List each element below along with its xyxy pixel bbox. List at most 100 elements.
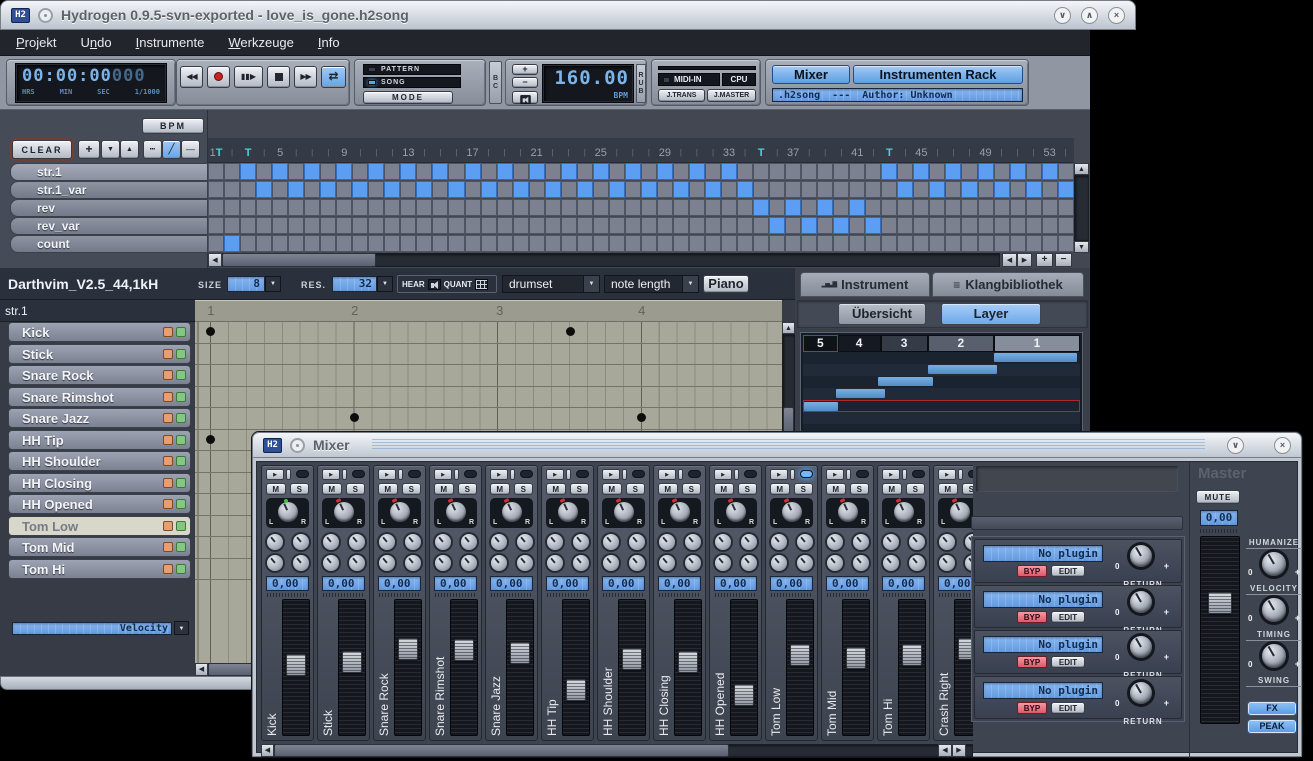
song-cell[interactable] <box>240 181 256 198</box>
channel-pan-knob[interactable]: LR <box>770 498 813 528</box>
ruler-cell-43[interactable]: T <box>881 144 897 162</box>
song-cell[interactable] <box>1042 181 1058 198</box>
song-cell[interactable] <box>978 199 994 216</box>
channel-play-button[interactable]: ▶ <box>938 469 956 480</box>
ruler-cell-4[interactable]: | <box>256 144 272 162</box>
channel-select-led[interactable] <box>744 470 757 478</box>
song-cell[interactable] <box>208 217 224 234</box>
channel-fader-knob[interactable] <box>286 654 306 676</box>
song-cell[interactable] <box>865 181 881 198</box>
channel-fx-send-knob[interactable] <box>547 534 563 550</box>
song-cell[interactable] <box>368 217 384 234</box>
channel-fx-send-knob[interactable] <box>461 534 477 550</box>
song-cell[interactable] <box>1042 163 1058 180</box>
channel-mute-button[interactable]: M <box>714 483 734 495</box>
song-cell[interactable] <box>577 163 593 180</box>
channel-fx-send-knob[interactable] <box>827 534 843 550</box>
ruler-cell-32[interactable]: | <box>705 144 721 162</box>
instrument-row-hh-shoulder[interactable]: HH Shoulder <box>0 451 195 473</box>
channel-play-button[interactable]: ▶ <box>658 469 676 480</box>
song-cell[interactable] <box>240 235 256 252</box>
master-knob-velocity[interactable]: 0+ <box>1246 597 1302 627</box>
ruler-cell-45[interactable]: 45 <box>913 144 929 162</box>
channel-fx-send-knob[interactable] <box>715 534 731 550</box>
instrument-row-snare-rock[interactable]: Snare Rock <box>0 365 195 387</box>
layer-header-3[interactable]: 3 <box>881 335 928 352</box>
instrument-solo-button[interactable] <box>176 392 186 402</box>
song-cell[interactable] <box>304 217 320 234</box>
mixer-hscrollbar[interactable]: ◀ ◀ ▶ <box>261 744 973 757</box>
song-cell[interactable] <box>545 163 561 180</box>
ruler-cell-5[interactable]: 5 <box>272 144 288 162</box>
ruler-cell-27[interactable]: | <box>625 144 641 162</box>
channel-play-button[interactable]: ▶ <box>434 469 452 480</box>
menu-item-werkzeuge[interactable]: Werkzeuge <box>216 32 306 53</box>
channel-width-button[interactable] <box>958 469 963 480</box>
channel-fx-send-knob[interactable] <box>379 555 395 571</box>
song-cell[interactable] <box>641 235 657 252</box>
channel-play-button[interactable]: ▶ <box>770 469 788 480</box>
channel-fx-send-knob[interactable] <box>797 555 813 571</box>
song-cell[interactable] <box>465 163 481 180</box>
tab-layer[interactable]: Layer <box>941 303 1041 325</box>
instrument-solo-button[interactable] <box>176 478 186 488</box>
channel-fader[interactable] <box>338 599 366 736</box>
ruler-cell-2[interactable]: | <box>224 144 240 162</box>
rub-strip[interactable]: RUB <box>636 64 646 103</box>
pattern-grid-row[interactable] <box>195 387 782 409</box>
instrument-mute-button[interactable] <box>163 413 173 423</box>
song-cell[interactable] <box>208 199 224 216</box>
fx-bypass-button[interactable]: BYP <box>1017 565 1047 577</box>
size-dropdown-icon[interactable]: ▼ <box>265 276 281 292</box>
channel-fader-knob[interactable] <box>902 644 922 666</box>
song-cell[interactable] <box>1042 217 1058 234</box>
song-cell[interactable] <box>817 235 833 252</box>
ruler-cell-33[interactable]: 33 <box>721 144 737 162</box>
song-cell[interactable] <box>336 163 352 180</box>
song-cell[interactable] <box>881 199 897 216</box>
song-cell[interactable] <box>448 181 464 198</box>
song-cell[interactable] <box>737 235 753 252</box>
channel-pan-knob[interactable]: LR <box>322 498 365 528</box>
song-cell[interactable] <box>545 181 561 198</box>
channel-pan-knob[interactable]: LR <box>826 498 869 528</box>
scroll-right-icon[interactable]: ▶ <box>1017 253 1032 267</box>
instrument-row-hh-tip[interactable]: HH Tip <box>0 430 195 452</box>
close-button[interactable]: × <box>1274 437 1291 454</box>
song-cell[interactable] <box>288 181 304 198</box>
ruler-cell-11[interactable]: | <box>368 144 384 162</box>
channel-select-led[interactable] <box>576 470 589 478</box>
song-cell[interactable] <box>881 181 897 198</box>
channel-width-button[interactable] <box>454 469 459 480</box>
song-cell[interactable] <box>753 235 769 252</box>
song-cell[interactable] <box>272 163 288 180</box>
channel-select-led[interactable] <box>520 470 533 478</box>
channel-fx-send-knob[interactable] <box>517 555 533 571</box>
song-cell[interactable] <box>400 163 416 180</box>
channel-fader[interactable] <box>730 599 758 736</box>
ruler-cell-38[interactable]: | <box>801 144 817 162</box>
jack-transport-button[interactable]: J.TRANS <box>658 89 705 102</box>
song-cell[interactable] <box>833 217 849 234</box>
master-peak-button[interactable]: PEAK <box>1248 720 1296 733</box>
pattern-grid-row[interactable] <box>195 322 782 344</box>
layer-row[interactable] <box>803 352 1080 364</box>
instrument-solo-button[interactable] <box>176 349 186 359</box>
channel-mute-button[interactable]: M <box>602 483 622 495</box>
layer-row[interactable] <box>803 400 1080 412</box>
song-cell[interactable] <box>865 163 881 180</box>
channel-fx-send-knob[interactable] <box>603 555 619 571</box>
song-cell[interactable] <box>416 217 432 234</box>
pattern-grid-row[interactable] <box>195 408 782 430</box>
ruler-cell-1[interactable]: 1T <box>208 144 224 162</box>
instrument-row-tom-hi[interactable]: Tom Hi <box>0 559 195 581</box>
song-cell[interactable] <box>272 235 288 252</box>
pattern-str.1_var[interactable]: str.1_var <box>10 181 208 199</box>
song-cell[interactable] <box>224 163 240 180</box>
scroll-left-icon[interactable]: ◀ <box>1002 253 1017 267</box>
song-cell[interactable] <box>320 217 336 234</box>
song-cell[interactable] <box>689 181 705 198</box>
song-cell[interactable] <box>753 163 769 180</box>
channel-fader-knob[interactable] <box>790 644 810 666</box>
song-grid[interactable] <box>208 163 1074 253</box>
